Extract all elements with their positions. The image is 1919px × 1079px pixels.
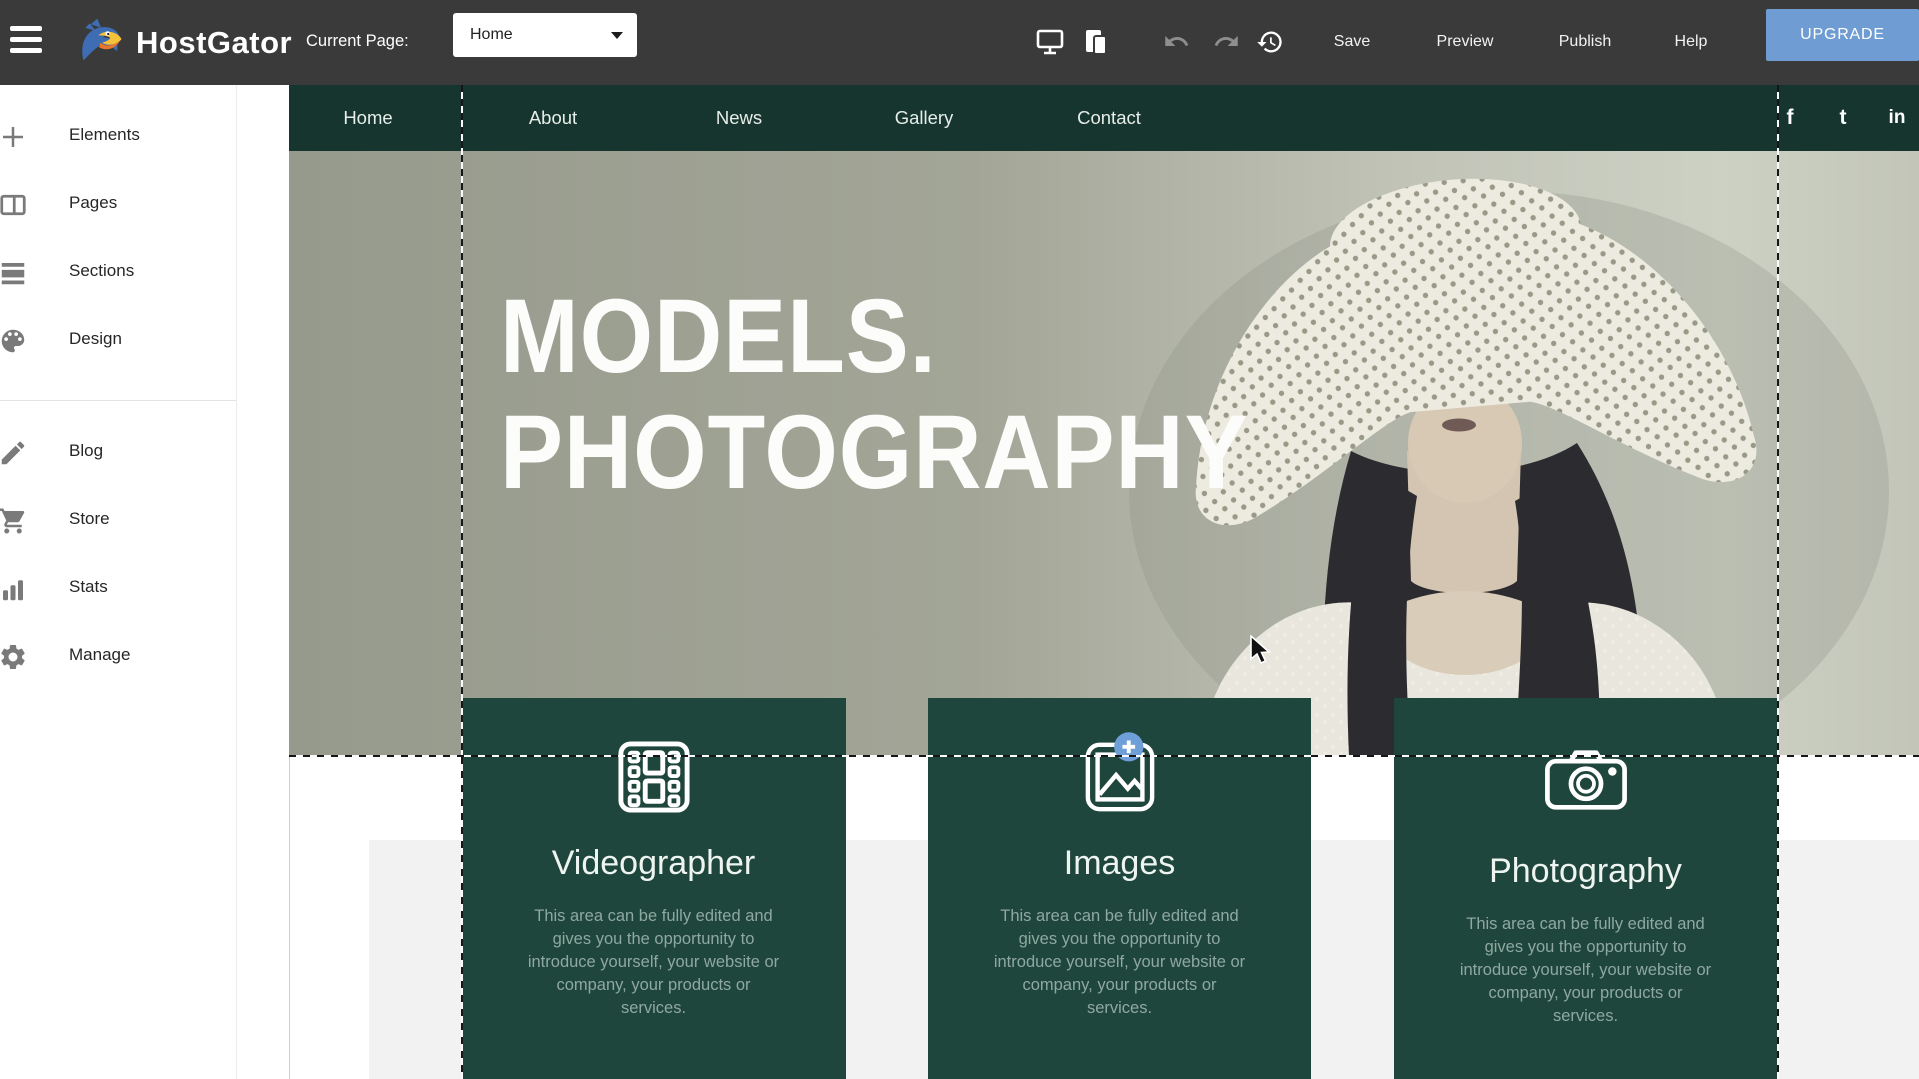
sidebar-item-label: Pages (69, 193, 117, 213)
selection-boundary-right (1777, 85, 1779, 1079)
cart-icon (0, 506, 28, 536)
page-left-edge (289, 756, 290, 1079)
add-image-badge-icon (1114, 732, 1143, 761)
editor-sidebar: Elements Pages Sections (0, 85, 237, 1079)
card-title: Photography (1394, 852, 1777, 891)
card-body: This area can be fully edited and gives … (1459, 913, 1713, 1028)
current-page-label: Current Page: (306, 32, 409, 51)
sidebar-item-label: Elements (69, 125, 140, 145)
film-icon (461, 740, 846, 816)
sidebar-item-sections[interactable]: Sections (0, 253, 236, 293)
hostgator-logo: HostGator (76, 16, 292, 69)
sidebar-item-store[interactable]: Store (0, 501, 236, 541)
stats-icon (0, 574, 28, 604)
sidebar-item-elements[interactable]: Elements (0, 117, 236, 157)
facebook-icon[interactable]: f (1787, 85, 1794, 151)
help-button[interactable]: Help (1675, 33, 1708, 51)
sidebar-item-stats[interactable]: Stats (0, 569, 236, 609)
editor-topbar: HostGator Current Page: Home (0, 0, 1919, 85)
sidebar-item-design[interactable]: Design (0, 321, 236, 361)
site-canvas: Home About News Gallery Contact f t in (236, 85, 1919, 1079)
preview-button[interactable]: Preview (1437, 33, 1494, 51)
sidebar-divider (0, 400, 236, 401)
mobile-view-icon[interactable] (1082, 28, 1110, 56)
sidebar-item-manage[interactable]: Manage (0, 637, 236, 677)
hero-section[interactable]: MODELS. PHOTOGRAPHY (289, 151, 1919, 756)
pages-icon (0, 190, 28, 220)
image-icon (928, 740, 1311, 816)
mouse-cursor (1249, 635, 1275, 670)
plus-icon (0, 122, 28, 152)
card-title: Images (928, 844, 1311, 883)
card-body: This area can be fully edited and gives … (993, 905, 1247, 1020)
linkedin-icon[interactable]: in (1889, 85, 1906, 151)
page-select-value: Home (470, 13, 513, 57)
hamburger-menu-icon[interactable] (10, 26, 44, 58)
site-nav-home[interactable]: Home (343, 85, 392, 151)
sidebar-item-label: Sections (69, 261, 134, 281)
site-nav-news[interactable]: News (716, 85, 762, 151)
save-button[interactable]: Save (1334, 33, 1370, 51)
palette-icon (0, 326, 28, 356)
site-nav-about[interactable]: About (529, 85, 577, 151)
sidebar-item-label: Stats (69, 577, 108, 597)
page-select[interactable]: Home (453, 13, 637, 57)
card-title: Videographer (461, 844, 846, 883)
website-builder-screen: HostGator Current Page: Home (0, 0, 1919, 1079)
sidebar-item-label: Blog (69, 441, 103, 461)
camera-icon (1394, 740, 1777, 824)
desktop-view-icon[interactable] (1036, 28, 1064, 56)
sidebar-item-pages[interactable]: Pages (0, 185, 236, 225)
publish-button[interactable]: Publish (1559, 33, 1611, 51)
sidebar-item-label: Manage (69, 645, 130, 665)
chevron-down-icon (611, 32, 623, 39)
card-body: This area can be fully edited and gives … (527, 905, 781, 1020)
redo-icon[interactable] (1213, 28, 1241, 56)
history-icon[interactable] (1256, 28, 1284, 56)
sections-icon (0, 258, 28, 288)
hero-title-line2: PHOTOGRAPHY (500, 395, 1249, 511)
hero-title-line1: MODELS. (500, 279, 1249, 395)
sidebar-item-blog[interactable]: Blog (0, 433, 236, 473)
sidebar-item-label: Design (69, 329, 122, 349)
pencil-icon (0, 438, 28, 468)
undo-icon[interactable] (1163, 28, 1191, 56)
twitter-icon[interactable]: t (1840, 85, 1847, 151)
sidebar-item-label: Store (69, 509, 110, 529)
selection-boundary-bottom (289, 755, 1919, 757)
site-nav-contact[interactable]: Contact (1077, 85, 1141, 151)
site-navbar[interactable]: Home About News Gallery Contact f t in (289, 85, 1919, 151)
hostgator-gator-icon (76, 16, 128, 69)
gear-icon (0, 642, 28, 672)
selection-boundary-left (461, 85, 463, 1079)
brand-name: HostGator (136, 25, 292, 61)
site-nav-gallery[interactable]: Gallery (895, 85, 954, 151)
upgrade-button[interactable]: UPGRADE (1766, 9, 1919, 61)
